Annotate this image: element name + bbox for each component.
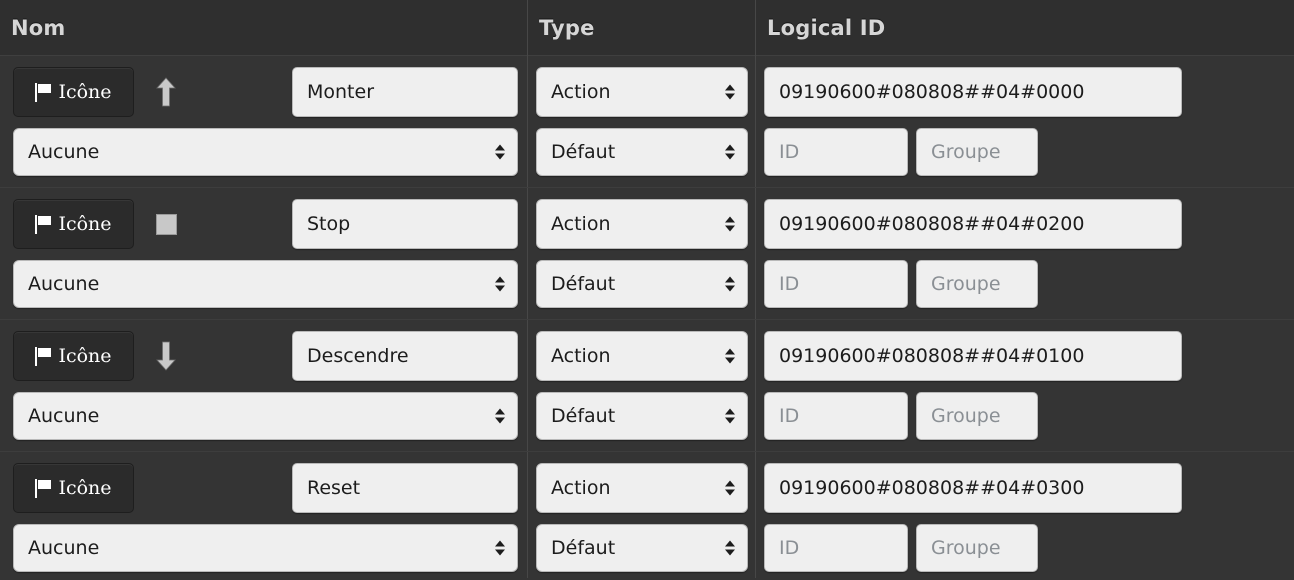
select-stepper-icon <box>725 84 735 100</box>
table-row: Icône Aucune Action Défaut <box>0 320 1294 452</box>
type-select-value: Action <box>551 213 611 235</box>
select-stepper-icon <box>495 276 505 292</box>
command-select[interactable]: Aucune <box>13 128 518 176</box>
select-stepper-icon <box>725 480 735 496</box>
type-select-value: Action <box>551 477 611 499</box>
cell-logical-id <box>755 452 1294 578</box>
subtype-select[interactable]: Défaut <box>536 128 748 176</box>
id-input[interactable] <box>764 524 908 572</box>
cell-type: Action Défaut <box>527 188 755 319</box>
select-stepper-icon <box>725 348 735 364</box>
stop-square-icon <box>146 200 186 248</box>
type-select[interactable]: Action <box>536 331 748 381</box>
command-select[interactable]: Aucune <box>13 392 518 440</box>
command-select[interactable]: Aucune <box>13 524 518 572</box>
column-header-nom: Nom <box>11 16 66 40</box>
commands-table: Nom Type Logical ID Icône Aucune Action <box>0 0 1294 580</box>
type-select[interactable]: Action <box>536 199 748 249</box>
cell-logical-id <box>755 320 1294 451</box>
type-select[interactable]: Action <box>536 463 748 513</box>
command-name-input[interactable] <box>292 199 518 249</box>
icone-button[interactable]: Icône <box>13 199 134 249</box>
cell-nom: Icône Aucune <box>0 320 527 451</box>
select-stepper-icon <box>725 540 735 556</box>
command-select-value: Aucune <box>28 273 100 295</box>
command-select[interactable]: Aucune <box>13 260 518 308</box>
logical-id-input[interactable] <box>764 463 1182 513</box>
select-stepper-icon <box>725 216 735 232</box>
icone-button-label: Icône <box>58 80 112 103</box>
group-input[interactable] <box>916 128 1038 176</box>
subtype-select[interactable]: Défaut <box>536 392 748 440</box>
select-stepper-icon <box>495 540 505 556</box>
icone-button-label: Icône <box>58 212 112 235</box>
logical-id-input[interactable] <box>764 331 1182 381</box>
icone-button[interactable]: Icône <box>13 331 134 381</box>
subtype-select[interactable]: Défaut <box>536 260 748 308</box>
icone-button-label: Icône <box>58 344 112 367</box>
icone-button[interactable]: Icône <box>13 463 134 513</box>
type-select[interactable]: Action <box>536 67 748 117</box>
type-select-value: Action <box>551 345 611 367</box>
arrow-down-icon <box>146 332 186 380</box>
cell-nom: Icône Aucune <box>0 188 527 319</box>
command-select-value: Aucune <box>28 141 100 163</box>
cell-type: Action Défaut <box>527 320 755 451</box>
id-input[interactable] <box>764 128 908 176</box>
command-name-input[interactable] <box>292 67 518 117</box>
flag-icon <box>35 214 52 234</box>
type-select-value: Action <box>551 81 611 103</box>
select-stepper-icon <box>725 144 735 160</box>
cell-logical-id <box>755 188 1294 319</box>
table-row: Icône Aucune Action Défaut <box>0 188 1294 320</box>
table-header-row: Nom Type Logical ID <box>0 0 1294 56</box>
subtype-select[interactable]: Défaut <box>536 524 748 572</box>
id-input[interactable] <box>764 260 908 308</box>
group-input[interactable] <box>916 260 1038 308</box>
subtype-select-value: Défaut <box>551 141 616 163</box>
icone-button[interactable]: Icône <box>13 67 134 117</box>
id-input[interactable] <box>764 392 908 440</box>
logical-id-input[interactable] <box>764 199 1182 249</box>
cell-nom: Icône Aucune <box>0 56 527 187</box>
select-stepper-icon <box>725 408 735 424</box>
command-select-value: Aucune <box>28 537 100 559</box>
logical-id-input[interactable] <box>764 67 1182 117</box>
column-header-logical-id: Logical ID <box>755 0 1294 56</box>
select-stepper-icon <box>725 276 735 292</box>
subtype-select-value: Défaut <box>551 273 616 295</box>
table-row: Icône Aucune Action Défaut <box>0 452 1294 578</box>
cell-nom: Icône Aucune <box>0 452 527 578</box>
flag-icon <box>35 346 52 366</box>
flag-icon <box>35 82 52 102</box>
group-input[interactable] <box>916 392 1038 440</box>
group-input[interactable] <box>916 524 1038 572</box>
cell-type: Action Défaut <box>527 452 755 578</box>
cell-type: Action Défaut <box>527 56 755 187</box>
select-stepper-icon <box>495 408 505 424</box>
cell-logical-id <box>755 56 1294 187</box>
command-name-input[interactable] <box>292 463 518 513</box>
column-header-type: Type <box>527 0 755 56</box>
flag-icon <box>35 478 52 498</box>
icone-button-label: Icône <box>58 476 112 499</box>
table-row: Icône Aucune Action Défaut <box>0 56 1294 188</box>
subtype-select-value: Défaut <box>551 537 616 559</box>
command-name-input[interactable] <box>292 331 518 381</box>
arrow-up-icon <box>146 68 186 116</box>
command-select-value: Aucune <box>28 405 100 427</box>
select-stepper-icon <box>495 144 505 160</box>
subtype-select-value: Défaut <box>551 405 616 427</box>
